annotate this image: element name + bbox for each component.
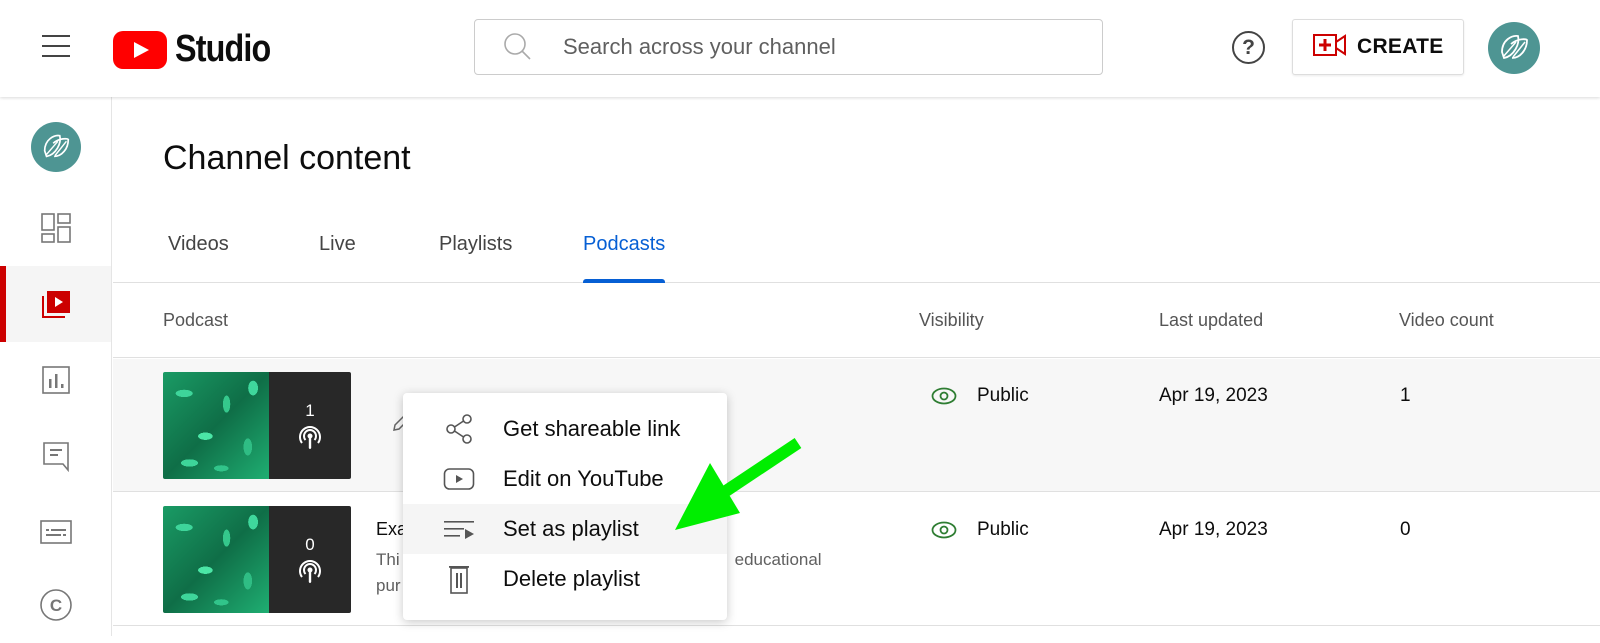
- podcast-thumbnail[interactable]: 1: [163, 372, 351, 479]
- menu-button[interactable]: [40, 33, 72, 59]
- leaf-icon: [43, 134, 70, 158]
- svg-text:C: C: [49, 596, 61, 615]
- thumbnail-count-overlay: 1: [269, 372, 351, 479]
- podcast-icon: [299, 559, 321, 583]
- search-box[interactable]: [474, 19, 1103, 75]
- sidebar-item-subtitles[interactable]: [0, 494, 111, 570]
- table-row[interactable]: 0 Exa Thi educational pur Public Apr 19, …: [113, 493, 1600, 626]
- sidebar-item-dashboard[interactable]: [0, 190, 111, 266]
- tab-podcasts[interactable]: Podcasts: [583, 233, 666, 283]
- comments-icon: [42, 442, 69, 472]
- episode-count: 1: [305, 400, 315, 420]
- playlist-icon: [443, 513, 475, 545]
- page-title: Channel content: [163, 139, 411, 177]
- youtube-play-icon: [113, 30, 167, 69]
- menu-item-get-shareable-link[interactable]: Get shareable link: [403, 404, 727, 454]
- thumbnail-image: [163, 506, 269, 613]
- table-row[interactable]: 1 Public Apr 19, 2023 1: [113, 359, 1600, 492]
- dashboard-icon: [40, 213, 71, 243]
- search-icon: [503, 32, 533, 62]
- create-label: CREATE: [1357, 35, 1444, 58]
- menu-item-delete-playlist[interactable]: Delete playlist: [403, 554, 727, 604]
- eye-icon: [931, 387, 957, 405]
- menu-item-set-as-playlist[interactable]: Set as playlist: [403, 504, 727, 554]
- share-icon: [443, 413, 475, 445]
- eye-icon: [931, 521, 957, 539]
- video-count-cell: 1: [1400, 385, 1411, 406]
- search-input[interactable]: [563, 34, 1063, 60]
- help-icon: ?: [1242, 36, 1255, 59]
- tab-live[interactable]: Live: [319, 233, 356, 283]
- hamburger-icon: [42, 35, 70, 37]
- thumbnail-image: [163, 372, 269, 479]
- podcast-thumbnail[interactable]: 0: [163, 506, 351, 613]
- help-button[interactable]: ?: [1232, 31, 1265, 64]
- menu-item-edit-on-youtube[interactable]: Edit on YouTube: [403, 454, 727, 504]
- podcast-icon: [299, 425, 321, 449]
- visibility-label: Public: [977, 519, 1029, 540]
- create-video-icon: [1313, 33, 1347, 62]
- context-menu: Get shareable link Edit on YouTube Set a…: [403, 393, 727, 620]
- column-last-updated[interactable]: Last updated: [1159, 310, 1263, 331]
- last-updated-cell: Apr 19, 2023: [1159, 519, 1268, 540]
- sidebar-item-copyright[interactable]: C: [0, 567, 111, 643]
- youtube-icon: [443, 463, 475, 495]
- episode-count: 0: [305, 534, 315, 554]
- column-video-count[interactable]: Video count: [1399, 310, 1494, 331]
- visibility-cell: Public: [931, 519, 1029, 541]
- visibility-label: Public: [977, 385, 1029, 406]
- logo-text: Studio: [175, 28, 271, 70]
- visibility-cell: Public: [931, 385, 1029, 407]
- thumbnail-count-overlay: 0: [269, 506, 351, 613]
- studio-logo[interactable]: Studio: [113, 28, 287, 71]
- column-podcast[interactable]: Podcast: [163, 310, 228, 331]
- leaf-icon: [1501, 35, 1528, 60]
- trash-icon: [443, 563, 475, 595]
- channel-avatar[interactable]: [31, 122, 81, 172]
- sidebar: C: [0, 97, 112, 636]
- content-icon: [41, 291, 70, 318]
- column-visibility[interactable]: Visibility: [919, 310, 984, 331]
- sidebar-item-content[interactable]: [0, 266, 111, 342]
- last-updated-cell: Apr 19, 2023: [1159, 385, 1268, 406]
- tab-videos[interactable]: Videos: [168, 233, 229, 283]
- sidebar-item-analytics[interactable]: [0, 342, 111, 418]
- subtitles-icon: [39, 520, 72, 544]
- table-header: Podcast Visibility Last updated Video co…: [113, 283, 1600, 358]
- video-count-cell: 0: [1400, 519, 1411, 540]
- sidebar-item-comments[interactable]: [0, 418, 111, 494]
- main-content: Channel content Videos Live Playlists Po…: [113, 97, 1600, 636]
- create-button[interactable]: CREATE: [1292, 19, 1464, 75]
- content-tabs: Videos Live Playlists Podcasts: [113, 217, 1600, 283]
- copyright-icon: C: [39, 589, 72, 621]
- account-avatar[interactable]: [1488, 22, 1540, 74]
- analytics-icon: [41, 366, 70, 394]
- top-bar: Studio ? CREATE: [0, 0, 1600, 97]
- tab-playlists[interactable]: Playlists: [439, 233, 512, 283]
